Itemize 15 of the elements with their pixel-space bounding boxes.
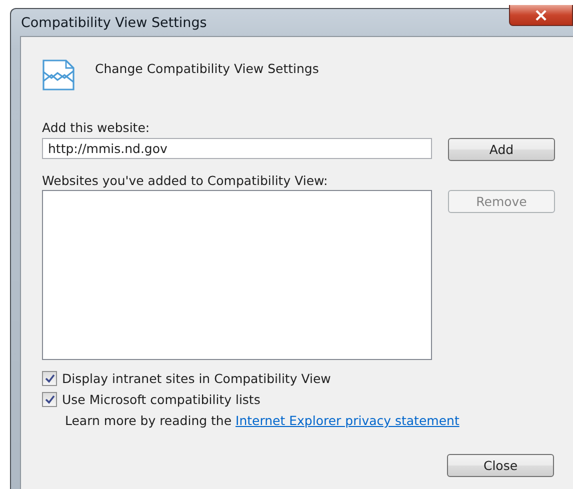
checkbox-label: Use Microsoft compatibility lists [62,392,260,407]
close-button[interactable]: × [509,5,573,26]
window-title: Compatibility View Settings [20,14,207,30]
add-button[interactable]: Add [448,138,555,161]
list-label: Websites you've added to Compatibility View: [42,173,329,188]
page-icon [42,59,75,91]
privacy-link[interactable]: Internet Explorer privacy statement [236,413,460,428]
close-dialog-button[interactable]: Close [447,454,554,477]
checkbox[interactable] [42,371,57,386]
checkbox[interactable] [42,392,57,407]
field-label: Add this website: [42,120,151,135]
website-field[interactable]: http://mmis.nd.gov [42,138,432,159]
checkbox-label: Display intranet sites in Compatibility View [62,371,331,386]
learn-more-text: Learn more by reading the Internet Explorer privacy statement [65,413,460,428]
dialog-heading: Change Compatibility View Settings [95,60,319,76]
